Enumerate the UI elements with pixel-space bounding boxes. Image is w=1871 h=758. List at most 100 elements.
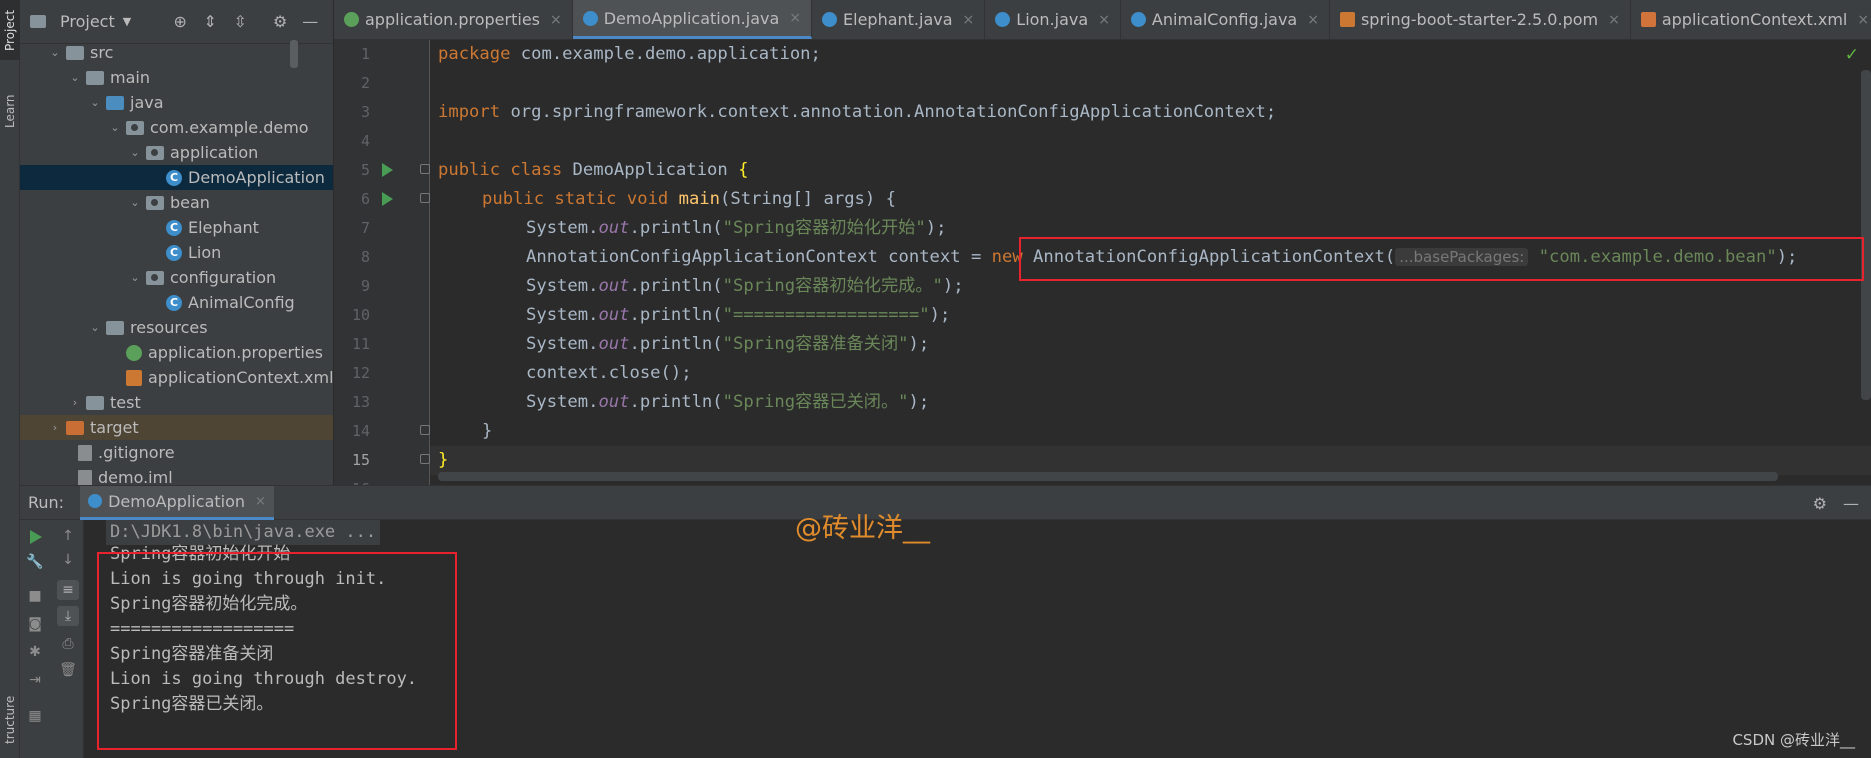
trash-icon[interactable]: 🗑 (57, 660, 79, 680)
class-icon: C (166, 294, 182, 311)
tree-item-src[interactable]: ⌄ src (20, 40, 333, 65)
project-folder-icon (30, 15, 46, 28)
tab-elephant-java[interactable]: Elephant.java × (812, 0, 986, 39)
tree-item-label: AnimalConfig (188, 293, 295, 312)
chevron-down-icon[interactable]: ▼ (123, 15, 131, 28)
close-icon[interactable]: × (1857, 12, 1869, 28)
chevron-down-icon[interactable]: ⌄ (88, 321, 102, 334)
chevron-down-icon[interactable]: ⌄ (128, 146, 142, 159)
tree-item-label: application (170, 143, 259, 162)
tab-applicationcontext-xml[interactable]: applicationContext.xml × (1631, 0, 1871, 39)
close-icon[interactable]: × (255, 494, 266, 509)
tree-item-animalconfig[interactable]: C AnimalConfig (20, 290, 333, 315)
gear-icon[interactable]: ⚙ (269, 11, 291, 33)
gear-icon[interactable]: ⚙ (1813, 494, 1827, 513)
package-icon (146, 270, 164, 285)
line-number: 8 (360, 248, 370, 266)
collapse-all-icon[interactable]: ⇳ (229, 11, 251, 33)
project-scrollbar[interactable] (290, 40, 298, 68)
tab-label: Lion.java (1016, 10, 1089, 29)
code-line-10: System.out.println("==================")… (526, 305, 951, 325)
wrench-icon[interactable]: 🔧 (25, 552, 45, 572)
tab-lion-java[interactable]: Lion.java × (985, 0, 1121, 39)
editor-horizontal-scrollbar[interactable] (438, 472, 1778, 481)
code-line-15: } (438, 450, 449, 470)
close-icon[interactable]: × (789, 10, 801, 26)
tree-item-java[interactable]: ⌄ java (20, 90, 333, 115)
exit-icon[interactable]: ⇥ (25, 670, 45, 690)
tree-item-demoapplication[interactable]: C DemoApplication (20, 165, 333, 190)
fold-icon[interactable] (420, 425, 430, 435)
chevron-down-icon[interactable]: ⌄ (48, 46, 62, 59)
tree-item-label: com.example.demo (150, 118, 309, 137)
tree-item-demo-iml[interactable]: demo.iml (20, 465, 333, 485)
tree-item-label: resources (130, 318, 208, 337)
arrow-down-icon[interactable]: ↓ (57, 550, 79, 570)
tree-item-lion[interactable]: C Lion (20, 240, 333, 265)
chevron-down-icon[interactable]: ⌄ (88, 96, 102, 109)
close-icon[interactable]: × (963, 12, 975, 28)
line-number: 3 (360, 103, 370, 121)
tree-item-resources[interactable]: ⌄ resources (20, 315, 333, 340)
tree-item-gitignore[interactable]: .gitignore (20, 440, 333, 465)
locate-icon[interactable]: ⊕ (169, 11, 191, 33)
tree-item-com-example-demo[interactable]: ⌄ com.example.demo (20, 115, 333, 140)
structure-tool-tab[interactable]: tructure (0, 690, 20, 750)
arrow-up-icon[interactable]: ↑ (57, 526, 79, 546)
tab-application-properties[interactable]: application.properties × (334, 0, 573, 39)
editor-tabs: application.properties × DemoApplication.… (334, 0, 1871, 40)
minimize-icon[interactable]: — (1843, 494, 1859, 513)
close-icon[interactable]: × (1307, 12, 1319, 28)
tree-item-applicationcontext-xml[interactable]: applicationContext.xml (20, 365, 333, 390)
stop-icon[interactable]: ■ (25, 586, 45, 606)
chevron-right-icon[interactable]: › (68, 396, 82, 409)
camera-icon[interactable]: ◙ (25, 614, 45, 634)
annotation-box-code (1019, 237, 1864, 281)
scroll-to-end-icon[interactable]: ⤓ (57, 606, 79, 626)
run-main-icon[interactable] (382, 192, 393, 206)
project-panel: Project ▼ ⊕ ⇕ ⇳ ⚙ — ⌄ src ⌄ main ⌄ java ⌄ co… (20, 0, 334, 485)
tree-item-main[interactable]: ⌄ main (20, 65, 333, 90)
close-icon[interactable]: × (550, 12, 562, 28)
fold-icon[interactable] (420, 454, 430, 464)
expand-all-icon[interactable]: ⇕ (199, 11, 221, 33)
tree-item-application-properties[interactable]: application.properties (20, 340, 333, 365)
chevron-down-icon[interactable]: ⌄ (128, 271, 142, 284)
class-icon: C (166, 169, 182, 186)
rerun-icon[interactable] (30, 530, 42, 544)
tree-item-target[interactable]: › target (20, 415, 333, 440)
soft-wrap-icon[interactable]: ≡ (57, 580, 79, 600)
tree-item-bean[interactable]: ⌄ bean (20, 190, 333, 215)
tree-item-label: application.properties (148, 343, 323, 362)
tree-item-elephant[interactable]: C Elephant (20, 215, 333, 240)
line-number: 10 (351, 306, 370, 324)
chevron-down-icon[interactable]: ⌄ (128, 196, 142, 209)
tab-animalconfig-java[interactable]: AnimalConfig.java × (1121, 0, 1330, 39)
folder-icon (66, 45, 84, 60)
minimize-icon[interactable]: — (299, 11, 321, 33)
tree-item-test[interactable]: › test (20, 390, 333, 415)
tab-demoapplication-java[interactable]: DemoApplication.java × (572, 0, 813, 39)
learn-tool-tab[interactable]: Learn (0, 86, 20, 136)
tree-item-application[interactable]: ⌄ application (20, 140, 333, 165)
settings-bug-icon[interactable]: ✱ (25, 642, 45, 662)
chevron-down-icon[interactable]: ⌄ (68, 71, 82, 84)
checkmark-icon[interactable]: ✓ (1845, 45, 1859, 65)
project-tool-tab[interactable]: Project (0, 0, 20, 60)
chevron-down-icon[interactable]: ⌄ (108, 121, 122, 134)
print-icon[interactable]: ⎙ (57, 634, 79, 654)
tab-spring-boot-starter-pom[interactable]: spring-boot-starter-2.5.0.pom × (1330, 0, 1631, 39)
project-panel-title[interactable]: Project (60, 12, 115, 31)
tree-item-configuration[interactable]: ⌄ configuration (20, 265, 333, 290)
layout-icon[interactable]: ▦ (25, 706, 45, 726)
fold-icon[interactable] (420, 164, 430, 174)
run-class-icon[interactable] (382, 163, 393, 177)
fold-icon[interactable] (420, 193, 430, 203)
source-folder-icon (106, 95, 124, 110)
editor-vertical-scrollbar[interactable] (1861, 70, 1871, 400)
run-tab-demoapplication[interactable]: DemoApplication × (80, 485, 274, 520)
close-icon[interactable]: × (1098, 12, 1110, 28)
tree-item-label: configuration (170, 268, 277, 287)
close-icon[interactable]: × (1608, 12, 1620, 28)
chevron-right-icon[interactable]: › (48, 421, 62, 434)
